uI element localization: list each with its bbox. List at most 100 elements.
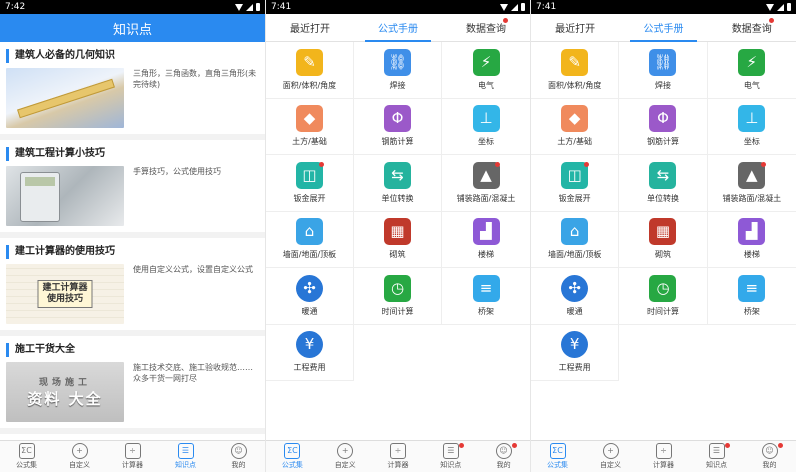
formula-item[interactable]: ⌂ 墙面/地面/顶板 — [531, 211, 620, 268]
nav-item-book[interactable]: ☰ 知识点 — [424, 441, 477, 472]
nav-item-user[interactable]: ☺ 我的 — [212, 441, 265, 472]
user-icon: ☺ — [230, 443, 247, 459]
formula-item[interactable]: ¥ 工程费用 — [531, 324, 620, 381]
nav-item-calculator[interactable]: ÷ 计算器 — [637, 441, 690, 472]
nav-item-user[interactable]: ☺ 我的 — [477, 441, 530, 472]
electric-plug-icon: ⚡ — [738, 48, 766, 76]
formula-item[interactable]: ⇆ 单位转换 — [354, 155, 442, 212]
nav-item-formula-set[interactable]: ΣC 公式集 — [0, 441, 53, 472]
formula-item[interactable]: ✎ 面积/体积/角度 — [266, 42, 354, 99]
status-bar: 7:42 — [0, 0, 265, 14]
formula-item[interactable]: ◫ 钣金展开 — [266, 155, 354, 212]
article-thumbnail: 现场施工 资料 大全 — [6, 362, 124, 422]
book-icon: ☰ — [708, 443, 725, 459]
nav-label: 自定义 — [600, 461, 621, 469]
nav-item-book[interactable]: ☰ 知识点 — [159, 441, 212, 472]
formula-item[interactable]: ⚡ 电气 — [707, 42, 796, 99]
brick-wall-icon: ▦ — [649, 218, 677, 246]
formula-set-icon: ΣC — [284, 443, 301, 459]
formula-item[interactable]: ✎ 面积/体积/角度 — [531, 42, 620, 99]
nav-label: 公式集 — [281, 461, 303, 469]
nav-label: 知识点 — [175, 461, 196, 469]
signal-icon — [511, 3, 518, 11]
formula-item-label: 钣金展开 — [558, 193, 591, 203]
formula-item[interactable]: ◷ 时间计算 — [354, 268, 442, 325]
nav-item-formula-set[interactable]: ΣC 公式集 — [266, 441, 319, 472]
status-time: 7:42 — [5, 2, 26, 12]
house-icon: ⌂ — [561, 218, 589, 246]
formula-item[interactable]: ◫ 钣金展开 — [531, 155, 620, 212]
nav-label: 计算器 — [387, 461, 409, 469]
tab-formula-manual[interactable]: 公式手册 — [354, 14, 442, 42]
tab-formula-manual[interactable]: 公式手册 — [619, 14, 707, 42]
rebar-icon: Φ — [649, 105, 677, 133]
thumbnail-subtext: 现场施工 — [38, 378, 92, 388]
formula-item[interactable]: ≡ 桥架 — [442, 268, 530, 325]
formula-item[interactable]: ✣ 暖通 — [266, 268, 354, 325]
nav-label: 公式集 — [16, 461, 37, 469]
tab-label: 数据查询 — [731, 24, 772, 35]
formula-item[interactable]: ⌂ 墙面/地面/顶板 — [266, 211, 354, 268]
article-card[interactable]: 建筑工程计算小技巧 手算技巧，公式使用技巧 — [0, 140, 265, 232]
tab-data-query[interactable]: 数据查询 — [442, 14, 530, 41]
nav-label: 计算器 — [122, 461, 143, 469]
formula-item[interactable]: ◷ 时间计算 — [619, 268, 708, 325]
formula-item[interactable]: ▦ 砌筑 — [354, 211, 442, 268]
formula-item[interactable]: ⛓ 焊接 — [354, 42, 442, 99]
nav-item-plus-circle[interactable]: + 自定义 — [319, 441, 372, 472]
formula-item[interactable]: ≡ 桥架 — [707, 268, 796, 325]
formula-item-label: 土方/基础 — [292, 137, 327, 147]
formula-item[interactable]: ⊥ 坐标 — [442, 99, 530, 155]
formula-item[interactable]: ✣ 暖通 — [531, 268, 620, 325]
nav-item-user[interactable]: ☺ 我的 — [743, 441, 796, 472]
formula-item-label: 电气 — [743, 80, 760, 90]
formula-item[interactable]: Φ 钢筋计算 — [619, 98, 708, 155]
formula-item[interactable]: ▲ 铺装路面/混凝土 — [442, 155, 530, 212]
article-card[interactable]: 施工干货大全 现场施工 资料 大全 施工技术交底、施工验收规范……众多干货一网打尽 — [0, 336, 265, 428]
formula-grid: ✎ 面积/体积/角度 ⛓ 焊接 ⚡ 电气 ◆ 土方/基础 Φ 钢筋计算 ⊥ 坐标 ◫ 钣金展开 ⇆ 单位转换 ▲… — [266, 42, 530, 381]
formula-item[interactable]: ◆ 土方/基础 — [531, 98, 620, 155]
article-card[interactable]: 建筑人必备的几何知识 三角形，三角函数，直角三角形(未完待续) — [0, 42, 265, 134]
formula-item-label: 砌筑 — [654, 250, 671, 260]
formula-item-label: 砌筑 — [389, 250, 406, 260]
formula-item[interactable]: ⚡ 电气 — [442, 42, 530, 99]
tab-recent[interactable]: 最近打开 — [531, 14, 619, 41]
formula-item[interactable]: ⇆ 单位转换 — [619, 155, 708, 212]
formula-item[interactable]: Φ 钢筋计算 — [354, 98, 442, 155]
nav-item-book[interactable]: ☰ 知识点 — [690, 441, 743, 472]
formula-item[interactable]: ▟ 楼梯 — [707, 212, 796, 268]
notification-dot — [503, 18, 508, 23]
article-list[interactable]: 建筑人必备的几何知识 三角形，三角函数，直角三角形(未完待续) 建筑工程计算小技… — [0, 42, 265, 440]
nav-item-plus-circle[interactable]: + 自定义 — [53, 441, 106, 472]
formula-item[interactable]: ▟ 楼梯 — [442, 212, 530, 268]
link-icon: ⛓ — [649, 48, 677, 76]
user-icon: ☺ — [495, 443, 512, 459]
notification-dot — [760, 162, 766, 167]
formula-item-label: 楼梯 — [743, 250, 760, 260]
formula-item-label: 土方/基础 — [557, 137, 593, 147]
nav-item-calculator[interactable]: ÷ 计算器 — [106, 441, 159, 472]
formula-item[interactable]: ▦ 砌筑 — [619, 211, 708, 268]
formula-item[interactable]: ▲ 铺装路面/混凝土 — [707, 155, 796, 212]
formula-item[interactable]: ◆ 土方/基础 — [266, 98, 354, 155]
cable-tray-icon: ≡ — [738, 274, 766, 302]
bottom-nav: ΣC 公式集 + 自定义 ÷ 计算器 ☰ 知识点 ☺ 我的 — [266, 440, 530, 472]
formula-item-label: 电气 — [478, 80, 494, 90]
article-card[interactable]: 建工计算器的使用技巧 建工计算器 使用技巧 使用自定义公式，设置自定义公式 — [0, 238, 265, 330]
nav-item-formula-set[interactable]: ΣC 公式集 — [531, 441, 584, 472]
plus-circle-icon: + — [71, 443, 88, 459]
formula-item-label: 工程费用 — [293, 363, 326, 373]
nav-item-calculator[interactable]: ÷ 计算器 — [372, 441, 425, 472]
formula-item[interactable]: ¥ 工程费用 — [266, 324, 354, 381]
tab-recent[interactable]: 最近打开 — [266, 14, 354, 41]
formula-item[interactable]: ⊥ 坐标 — [707, 99, 796, 155]
cable-tray-icon: ≡ — [472, 274, 500, 302]
tab-data-query[interactable]: 数据查询 — [708, 14, 796, 41]
bottom-nav: ΣC 公式集 + 自定义 ÷ 计算器 ☰ 知识点 ☺ 我的 — [0, 440, 265, 472]
article-title: 建筑人必备的几何知识 — [6, 49, 259, 63]
formula-item[interactable]: ⛓ 焊接 — [619, 42, 708, 99]
nav-label: 公式集 — [547, 461, 568, 469]
article-description: 三角形，三角函数，直角三角形(未完待续) — [133, 69, 257, 89]
nav-item-plus-circle[interactable]: + 自定义 — [584, 441, 637, 472]
notification-dot — [583, 162, 589, 167]
